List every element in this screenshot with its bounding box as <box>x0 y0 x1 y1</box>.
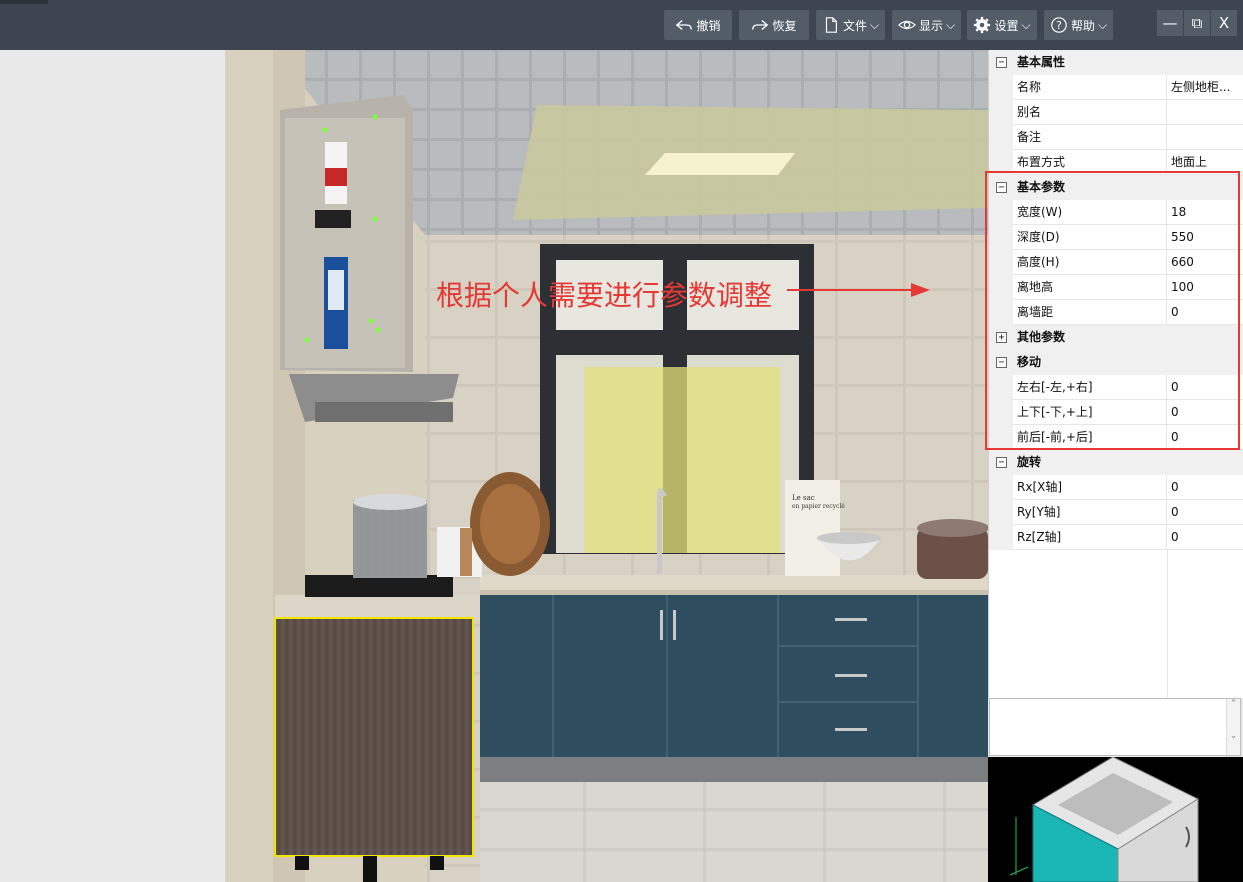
scrollbar[interactable]: ⌃ ⌄ <box>1226 699 1240 755</box>
close-button[interactable]: X <box>1211 10 1237 36</box>
close-icon: X <box>1218 14 1230 32</box>
gear-icon <box>974 16 991 34</box>
category-rotate[interactable]: − 旋转 <box>989 450 1243 475</box>
property-row-move-z[interactable]: 前后[-前,+后] 0 <box>989 425 1243 450</box>
description-box[interactable]: ⌃ ⌄ <box>989 698 1241 756</box>
redo-button[interactable]: 恢复 <box>739 10 809 40</box>
selected-cabinet[interactable] <box>274 617 474 857</box>
property-row-wall-distance[interactable]: 离墙距 0 <box>989 300 1243 325</box>
collapse-icon[interactable]: − <box>996 357 1007 368</box>
collapse-icon[interactable]: − <box>996 457 1007 468</box>
file-icon <box>825 17 837 33</box>
undo-icon <box>676 19 693 31</box>
collapse-icon[interactable]: − <box>996 182 1007 193</box>
help-label: 帮助 <box>1070 18 1095 33</box>
expand-icon[interactable]: + <box>996 332 1007 343</box>
left-panel <box>0 50 225 882</box>
3d-viewport[interactable]: Le sac en papier recyclé <box>225 50 988 882</box>
eye-icon <box>897 20 916 30</box>
model-preview <box>988 757 1243 882</box>
settings-label: 设置 <box>994 18 1019 33</box>
chevron-down-icon: ⌵ <box>945 17 956 32</box>
top-toolbar: 撤销 恢复 文件 ⌵ 显示 ⌵ 设置 ⌵ ? 帮助 ⌵ — ⧉ X <box>0 0 1243 50</box>
display-menu-button[interactable]: 显示 ⌵ <box>892 10 961 40</box>
property-row-height[interactable]: 高度(H) 660 <box>989 250 1243 275</box>
kitchen-scene: Le sac en papier recyclé <box>225 50 988 882</box>
scroll-up-icon[interactable]: ⌃ <box>1227 699 1240 709</box>
restore-icon: ⧉ <box>1191 14 1203 32</box>
column-divider <box>1167 550 1168 698</box>
category-other-params[interactable]: + 其他参数 <box>989 325 1243 350</box>
cabinet-preview-image <box>1009 757 1200 882</box>
svg-text:?: ? <box>1056 19 1062 32</box>
chevron-down-icon: ⌵ <box>1021 17 1031 32</box>
file-menu-button[interactable]: 文件 ⌵ <box>816 10 885 40</box>
category-basic-params[interactable]: − 基本参数 <box>989 175 1243 200</box>
chevron-down-icon: ⌵ <box>869 17 880 32</box>
file-label: 文件 <box>842 18 867 33</box>
collapse-icon[interactable]: − <box>996 57 1007 68</box>
annotation-text: 根据个人需要进行参数调整 <box>436 279 773 312</box>
chevron-down-icon: ⌵ <box>1097 17 1108 32</box>
bag-label-line1: Le sac <box>792 494 815 502</box>
property-row-depth[interactable]: 深度(D) 550 <box>989 225 1243 250</box>
category-move[interactable]: − 移动 <box>989 350 1243 375</box>
property-row[interactable]: 别名 <box>989 100 1243 125</box>
property-row-width[interactable]: 宽度(W) 18 <box>989 200 1243 225</box>
redo-label: 恢复 <box>772 18 797 33</box>
help-menu-button[interactable]: ? 帮助 ⌵ <box>1044 10 1113 40</box>
help-icon: ? <box>1051 17 1067 33</box>
property-row[interactable]: 布置方式 地面上 <box>989 150 1243 175</box>
bag-label-line2: en papier recyclé <box>792 503 845 510</box>
property-row-move-x[interactable]: 左右[-左,+右] 0 <box>989 375 1243 400</box>
property-row-floor-height[interactable]: 离地高 100 <box>989 275 1243 300</box>
property-row[interactable]: 备注 <box>989 125 1243 150</box>
minimize-icon: — <box>1162 14 1178 32</box>
property-row-ry[interactable]: Ry[Y轴] 0 <box>989 500 1243 525</box>
property-row-rz[interactable]: Rz[Z轴] 0 <box>989 525 1243 550</box>
settings-menu-button[interactable]: 设置 ⌵ <box>967 10 1037 40</box>
undo-button[interactable]: 撤销 <box>664 10 732 40</box>
property-row[interactable]: 名称 左侧地柜... <box>989 75 1243 100</box>
property-panel: − 基本属性 名称 左侧地柜... 别名 备注 布置方式 地面上 − 基本参数 <box>988 50 1243 698</box>
category-basic-attributes[interactable]: − 基本属性 <box>989 50 1243 75</box>
restore-button[interactable]: ⧉ <box>1184 10 1210 36</box>
undo-label: 撤销 <box>696 18 721 33</box>
scroll-down-icon[interactable]: ⌄ <box>1227 731 1240 741</box>
property-row-rx[interactable]: Rx[X轴] 0 <box>989 475 1243 500</box>
property-row-move-y[interactable]: 上下[-下,+上] 0 <box>989 400 1243 425</box>
app-window: 撤销 恢复 文件 ⌵ 显示 ⌵ 设置 ⌵ ? 帮助 ⌵ — ⧉ X Le sac… <box>0 0 1243 882</box>
display-label: 显示 <box>918 18 943 33</box>
minimize-button[interactable]: — <box>1157 10 1183 36</box>
window-tab-edge <box>0 0 48 4</box>
redo-icon <box>752 19 769 31</box>
